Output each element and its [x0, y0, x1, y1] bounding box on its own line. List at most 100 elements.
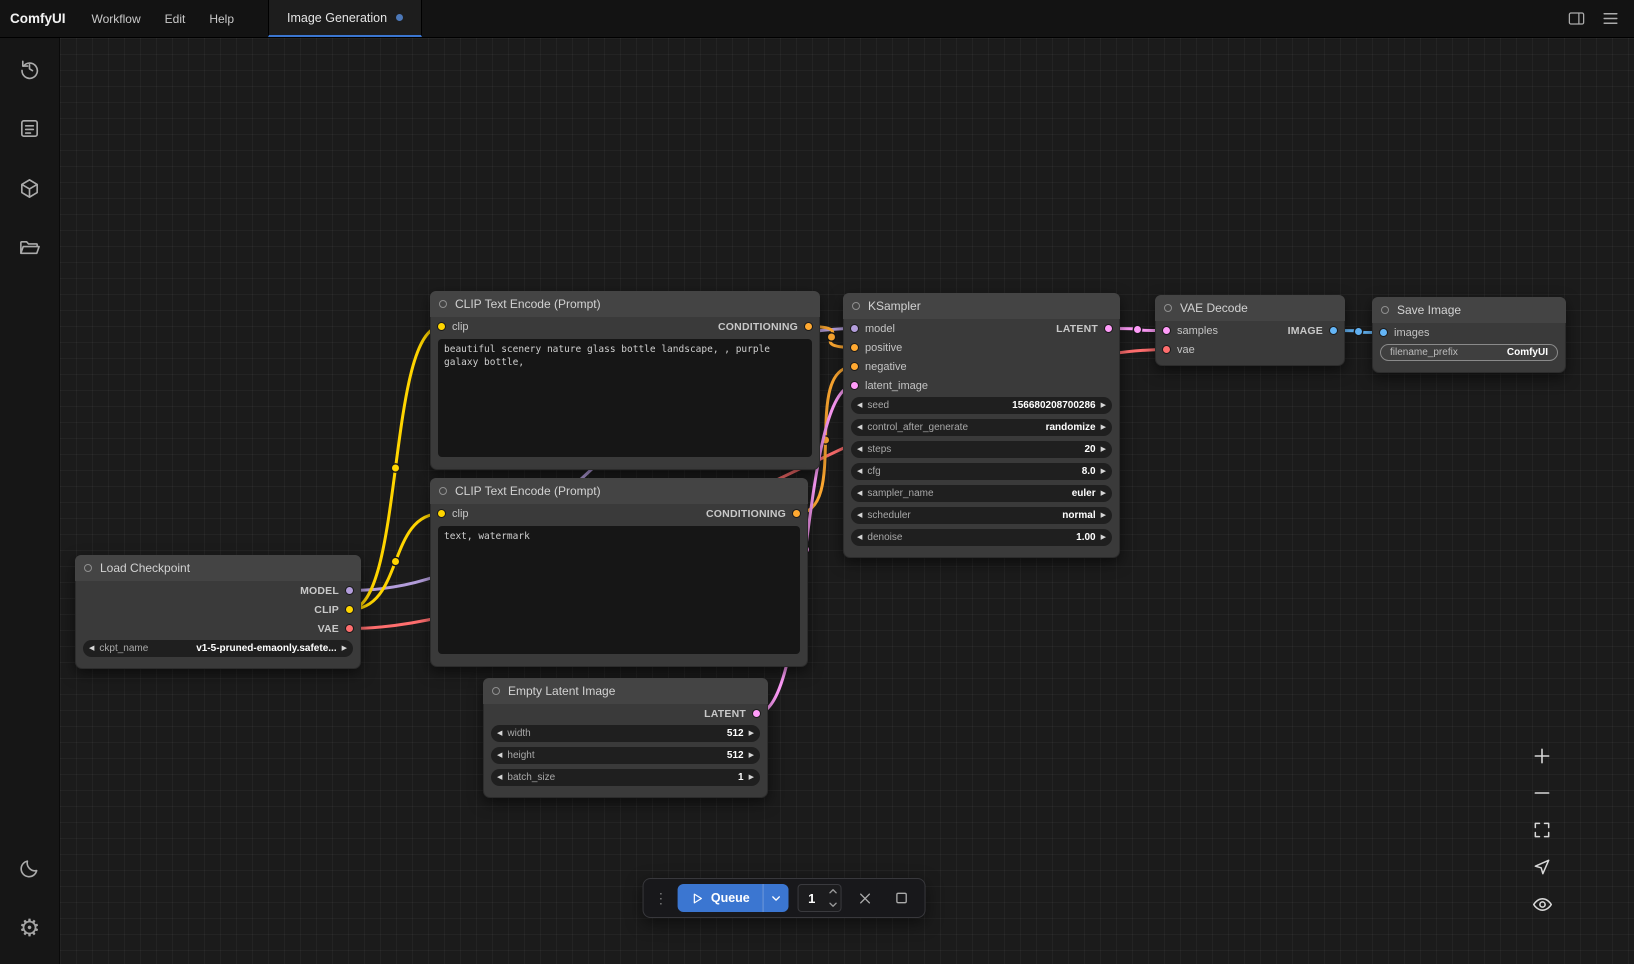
increment-arrow-icon[interactable]: ▶ [1101, 512, 1106, 519]
tab-image-generation[interactable]: Image Generation [268, 0, 422, 37]
widget-control_after_generate[interactable]: ◀control_after_generaterandomize▶ [851, 419, 1112, 436]
node-library-icon[interactable] [16, 174, 44, 202]
decrement-arrow-icon[interactable]: ◀ [857, 468, 862, 475]
node-ksampler[interactable]: KSampler model LATENT positive negative laten… [843, 293, 1120, 558]
graph-canvas[interactable]: Load Checkpoint MODEL CLIP VAE ◀ckpt_namev1-… [60, 38, 1634, 964]
decrement-arrow-icon[interactable]: ◀ [497, 752, 502, 759]
increment-arrow-icon[interactable]: ▶ [1101, 402, 1106, 409]
input-slot-positive[interactable]: positive [850, 342, 902, 354]
collapse-dot-icon[interactable] [1381, 306, 1389, 314]
node-title-bar[interactable]: CLIP Text Encode (Prompt) [430, 478, 808, 504]
collapse-dot-icon[interactable] [439, 300, 447, 308]
node-title-bar[interactable]: VAE Decode [1155, 295, 1345, 321]
increment-arrow-icon[interactable]: ▶ [1101, 534, 1106, 541]
menu-edit[interactable]: Edit [153, 12, 198, 26]
node-save-image[interactable]: Save Image images filename_prefixComfyUI [1372, 297, 1566, 373]
node-title-bar[interactable]: KSampler [843, 293, 1120, 319]
widget-cfg[interactable]: ◀cfg8.0▶ [851, 463, 1112, 480]
history-icon[interactable] [16, 54, 44, 82]
output-slot-CONDITIONING[interactable]: CONDITIONING [706, 508, 801, 520]
output-slot-IMAGE[interactable]: IMAGE [1288, 325, 1338, 337]
node-title-bar[interactable]: Save Image [1372, 297, 1566, 323]
node-load-checkpoint[interactable]: Load Checkpoint MODEL CLIP VAE ◀ckpt_namev1-… [75, 555, 361, 669]
widget-height[interactable]: ◀height512▶ [491, 747, 760, 764]
input-slot-negative[interactable]: negative [850, 361, 907, 373]
decrement-arrow-icon[interactable]: ◀ [857, 424, 862, 431]
fit-view-icon[interactable] [1528, 816, 1556, 844]
widget-scheduler[interactable]: ◀schedulernormal▶ [851, 507, 1112, 524]
node-vae-decode[interactable]: VAE Decode samples IMAGE vae [1155, 295, 1345, 366]
increment-arrow-icon[interactable]: ▶ [749, 752, 754, 759]
increment-arrow-icon[interactable]: ▶ [1101, 490, 1106, 497]
cancel-icon[interactable] [851, 884, 879, 912]
node-clip-text-encode-positive[interactable]: CLIP Text Encode (Prompt) clip CONDITIONIN… [430, 291, 820, 470]
widget-seed[interactable]: ◀seed156680208700286▶ [851, 397, 1112, 414]
input-slot-images[interactable]: images [1379, 327, 1429, 339]
queue-button[interactable]: Queue [678, 884, 763, 912]
increment-icon[interactable] [825, 885, 841, 898]
workflows-icon[interactable] [16, 234, 44, 262]
collapse-dot-icon[interactable] [492, 687, 500, 695]
increment-arrow-icon[interactable]: ▶ [749, 730, 754, 737]
panel-toggle-icon[interactable] [1562, 5, 1590, 33]
collapse-dot-icon[interactable] [84, 564, 92, 572]
stop-icon[interactable] [888, 884, 916, 912]
logs-icon[interactable] [16, 114, 44, 142]
collapse-dot-icon[interactable] [852, 302, 860, 310]
decrement-arrow-icon[interactable]: ◀ [857, 402, 862, 409]
increment-arrow-icon[interactable]: ▶ [1101, 424, 1106, 431]
menu-icon[interactable] [1596, 5, 1624, 33]
prompt-text-area[interactable]: text, watermark [438, 526, 800, 654]
settings-icon[interactable]: ⚙ [16, 914, 44, 942]
output-slot-LATENT[interactable]: LATENT [704, 708, 761, 720]
node-title-bar[interactable]: Empty Latent Image [483, 678, 768, 704]
input-slot-clip[interactable]: clip [437, 321, 469, 333]
node-clip-text-encode-negative[interactable]: CLIP Text Encode (Prompt) clip CONDITIONIN… [430, 478, 808, 667]
output-slot-LATENT[interactable]: LATENT [1056, 323, 1113, 335]
drag-handle-icon[interactable]: ⋮ [653, 890, 669, 907]
input-slot-latent_image[interactable]: latent_image [850, 380, 928, 392]
input-slot-model[interactable]: model [850, 323, 895, 335]
pan-icon[interactable] [1528, 853, 1556, 881]
increment-arrow-icon[interactable]: ▶ [1101, 446, 1106, 453]
input-slot-vae[interactable]: vae [1162, 344, 1195, 356]
output-slot-CLIP[interactable]: CLIP [314, 604, 354, 616]
increment-arrow-icon[interactable]: ▶ [749, 774, 754, 781]
node-title-bar[interactable]: Load Checkpoint [75, 555, 361, 581]
batch-count-input[interactable]: 1 [799, 885, 825, 911]
output-slot-MODEL[interactable]: MODEL [300, 585, 354, 597]
menu-workflow[interactable]: Workflow [80, 12, 153, 26]
widget-ckpt_name[interactable]: ◀ckpt_namev1-5-pruned-emaonly.safete...▶ [83, 640, 353, 657]
decrement-arrow-icon[interactable]: ◀ [497, 730, 502, 737]
decrement-arrow-icon[interactable]: ◀ [857, 490, 862, 497]
widget-sampler_name[interactable]: ◀sampler_nameeuler▶ [851, 485, 1112, 502]
collapse-dot-icon[interactable] [439, 487, 447, 495]
queue-options-chevron[interactable] [763, 884, 789, 912]
decrement-arrow-icon[interactable]: ◀ [89, 645, 94, 652]
decrement-arrow-icon[interactable]: ◀ [857, 512, 862, 519]
prompt-text-area[interactable]: beautiful scenery nature glass bottle la… [438, 339, 812, 457]
zoom-in-icon[interactable] [1528, 742, 1556, 770]
decrement-arrow-icon[interactable]: ◀ [857, 446, 862, 453]
widget-denoise[interactable]: ◀denoise1.00▶ [851, 529, 1112, 546]
decrement-arrow-icon[interactable]: ◀ [857, 534, 862, 541]
node-title-bar[interactable]: CLIP Text Encode (Prompt) [430, 291, 820, 317]
widget-width[interactable]: ◀width512▶ [491, 725, 760, 742]
toggle-link-visibility-icon[interactable] [1528, 890, 1556, 918]
menu-help[interactable]: Help [197, 12, 246, 26]
collapse-dot-icon[interactable] [1164, 304, 1172, 312]
widget-steps[interactable]: ◀steps20▶ [851, 441, 1112, 458]
widget-filename_prefix[interactable]: filename_prefixComfyUI [1380, 344, 1558, 361]
input-slot-samples[interactable]: samples [1162, 325, 1218, 337]
zoom-out-icon[interactable] [1528, 779, 1556, 807]
node-empty-latent-image[interactable]: Empty Latent Image LATENT ◀width512▶ ◀heigh… [483, 678, 768, 798]
widget-batch_size[interactable]: ◀batch_size1▶ [491, 769, 760, 786]
input-slot-clip[interactable]: clip [437, 508, 469, 520]
decrement-arrow-icon[interactable]: ◀ [497, 774, 502, 781]
increment-arrow-icon[interactable]: ▶ [342, 645, 347, 652]
theme-toggle-icon[interactable] [16, 854, 44, 882]
output-slot-VAE[interactable]: VAE [318, 623, 354, 635]
increment-arrow-icon[interactable]: ▶ [1101, 468, 1106, 475]
output-slot-CONDITIONING[interactable]: CONDITIONING [718, 321, 813, 333]
decrement-icon[interactable] [825, 898, 841, 911]
